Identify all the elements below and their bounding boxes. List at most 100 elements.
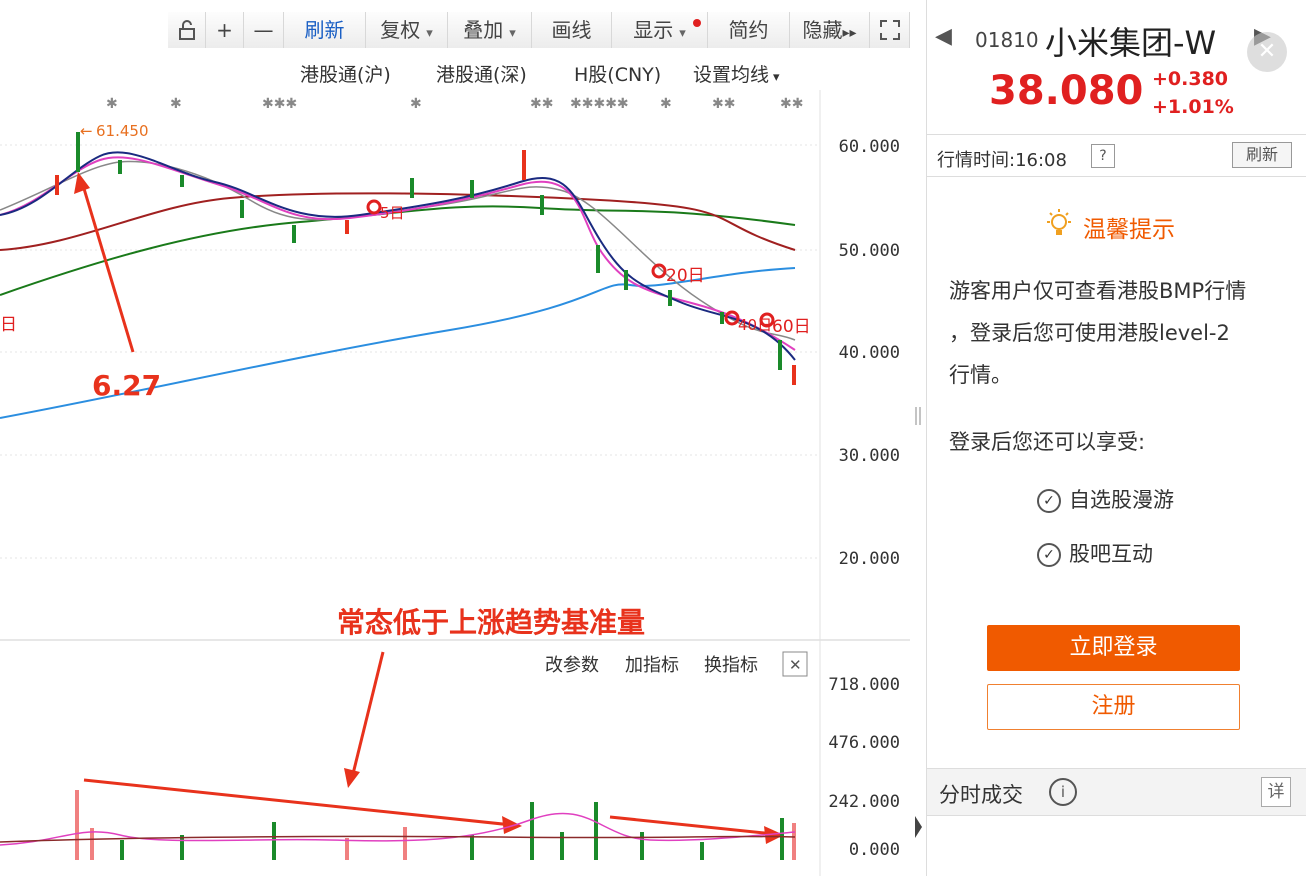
draw-button[interactable]: 画线 (532, 12, 612, 48)
check-icon: ✓ (1037, 489, 1061, 513)
volume-bar (530, 802, 534, 860)
peak-price-label: 61.450 (96, 122, 149, 140)
tip-text-line: 游客用户仅可查看港股BMP行情 (949, 279, 1247, 303)
check-icon: ✓ (1037, 543, 1061, 567)
price-change-pct: +1.01% (1152, 96, 1234, 118)
candle (596, 245, 600, 273)
tab-h-share-cny[interactable]: H股(CNY) (574, 60, 661, 87)
volume-bar (470, 835, 474, 860)
y-tick: 20.000 (839, 549, 900, 569)
double-arrow-icon: ▸▸ (842, 25, 857, 41)
candle (540, 195, 544, 215)
y-tick: 40.000 (839, 343, 900, 363)
candle (292, 225, 296, 243)
ma40-marker-label: 40日 (738, 316, 772, 334)
chevron-down-icon: ▾ (773, 70, 780, 85)
gain-annotation: 6.27 (92, 369, 161, 402)
ma20-marker-label: 20日 (666, 266, 705, 286)
fullscreen-icon[interactable] (870, 12, 910, 48)
register-button[interactable]: 注册 (987, 684, 1240, 730)
ma-gray-line (0, 160, 796, 341)
event-marker: ✱ (660, 96, 672, 112)
hide-button[interactable]: 隐藏▸▸ (790, 12, 870, 48)
refresh-button[interactable]: 刷新 (1232, 142, 1292, 168)
tip-text-line: ，登录后您可使用港股level-2 (949, 321, 1230, 345)
event-marker: ✱✱✱ (262, 96, 297, 112)
y-tick: 50.000 (839, 241, 900, 261)
volume-bar (792, 823, 796, 860)
volume-bar (90, 828, 94, 860)
overlay-dropdown[interactable]: 叠加 (448, 12, 532, 48)
annotation-arrow (83, 778, 513, 827)
bulb-icon (1045, 209, 1073, 243)
event-marker: ✱ (106, 96, 118, 112)
vol-tick: 242.000 (828, 792, 900, 812)
switch-indicator-button[interactable]: 换指标 (704, 655, 758, 676)
tab-hk-connect-sh[interactable]: 港股通(沪) (300, 60, 391, 87)
tip-text-line: 行情。 (949, 363, 1012, 387)
quote-time: 行情时间:16:08 (937, 150, 1067, 171)
volume-axis: 718.000 476.000 242.000 0.000 (828, 675, 900, 860)
volume-annotation: 常态低于上涨趋势基准量 (337, 606, 645, 639)
volume-bar (640, 832, 644, 860)
volume-bar (75, 790, 79, 860)
zoom-out-button[interactable]: — (244, 12, 284, 48)
candle (720, 312, 724, 324)
volume-bar (594, 802, 598, 860)
current-price: 38.080 (989, 68, 1144, 114)
volume-bar (403, 827, 407, 860)
display-label: 显示 (633, 18, 674, 42)
chart-toolbar: + — 刷新 复权 叠加 画线 显示 简约 隐藏▸▸ (0, 0, 910, 50)
tip-title: 温馨提示 (1083, 217, 1175, 243)
change-params-button[interactable]: 改参数 (545, 655, 599, 676)
close-glyph: ✕ (789, 656, 802, 674)
simple-button[interactable]: 简约 (708, 12, 790, 48)
zoom-in-button[interactable]: + (206, 12, 244, 48)
add-indicator-button[interactable]: 加指标 (625, 655, 679, 676)
benefit-item: ✓ 股吧互动 (1037, 538, 1153, 568)
tip-text: 游客用户仅可查看港股BMP行情 ，登录后您可使用港股level-2 行情。 (949, 270, 1246, 396)
candle (778, 340, 782, 370)
hide-label: 隐藏 (802, 18, 843, 42)
candle (522, 150, 526, 180)
ma-settings-dropdown[interactable]: 设置均线 ▾ (693, 60, 780, 87)
candlesticks (55, 132, 796, 385)
candle (180, 175, 184, 187)
benefit-label: 股吧互动 (1069, 542, 1153, 566)
display-dropdown[interactable]: 显示 (612, 12, 708, 48)
annotation-arrow (80, 181, 135, 353)
close-icon[interactable]: ✕ (1247, 32, 1287, 72)
candle (470, 180, 474, 198)
y-tick: 30.000 (839, 446, 900, 466)
help-icon[interactable]: ? (1091, 144, 1115, 168)
collapse-arrow-icon[interactable] (913, 812, 923, 842)
volume-bar (272, 822, 276, 860)
info-icon[interactable]: i (1049, 778, 1077, 806)
divider (927, 134, 1306, 135)
candle (410, 178, 414, 198)
adjust-label: 复权 (380, 18, 421, 42)
volume-bar (700, 842, 704, 860)
ma-cross-marker (366, 199, 382, 215)
panel-resize-handle[interactable] (913, 405, 923, 427)
edge-ma-label: 日 (0, 315, 17, 335)
event-marker: ✱ (170, 96, 182, 112)
kline-chart[interactable]: ✱ ✱ ✱✱✱ ✱ ✱✱ ✱✱✱✱✱ ✱ ✱✱ ✱✱ 5日 20日 40日 60… (0, 90, 910, 876)
detail-button[interactable]: 详 (1261, 777, 1291, 807)
tab-hk-connect-sz[interactable]: 港股通(深) (436, 60, 527, 87)
adjust-dropdown[interactable]: 复权 (366, 12, 448, 48)
unlock-icon[interactable] (168, 12, 206, 48)
login-button[interactable]: 立即登录 (987, 625, 1240, 671)
arrowhead-icon (344, 768, 360, 788)
event-marker: ✱✱✱✱✱ (570, 96, 629, 112)
y-tick: 60.000 (839, 137, 900, 157)
ma-settings-label: 设置均线 (693, 64, 770, 86)
event-marker: ✱✱ (712, 96, 735, 112)
volume-bar (560, 832, 564, 860)
candle (345, 220, 349, 234)
volume-bar (345, 838, 349, 860)
candle (668, 290, 672, 306)
prev-stock-arrow-icon[interactable]: ◀ (935, 24, 952, 49)
refresh-button[interactable]: 刷新 (284, 12, 366, 48)
volume-bar (180, 835, 184, 860)
